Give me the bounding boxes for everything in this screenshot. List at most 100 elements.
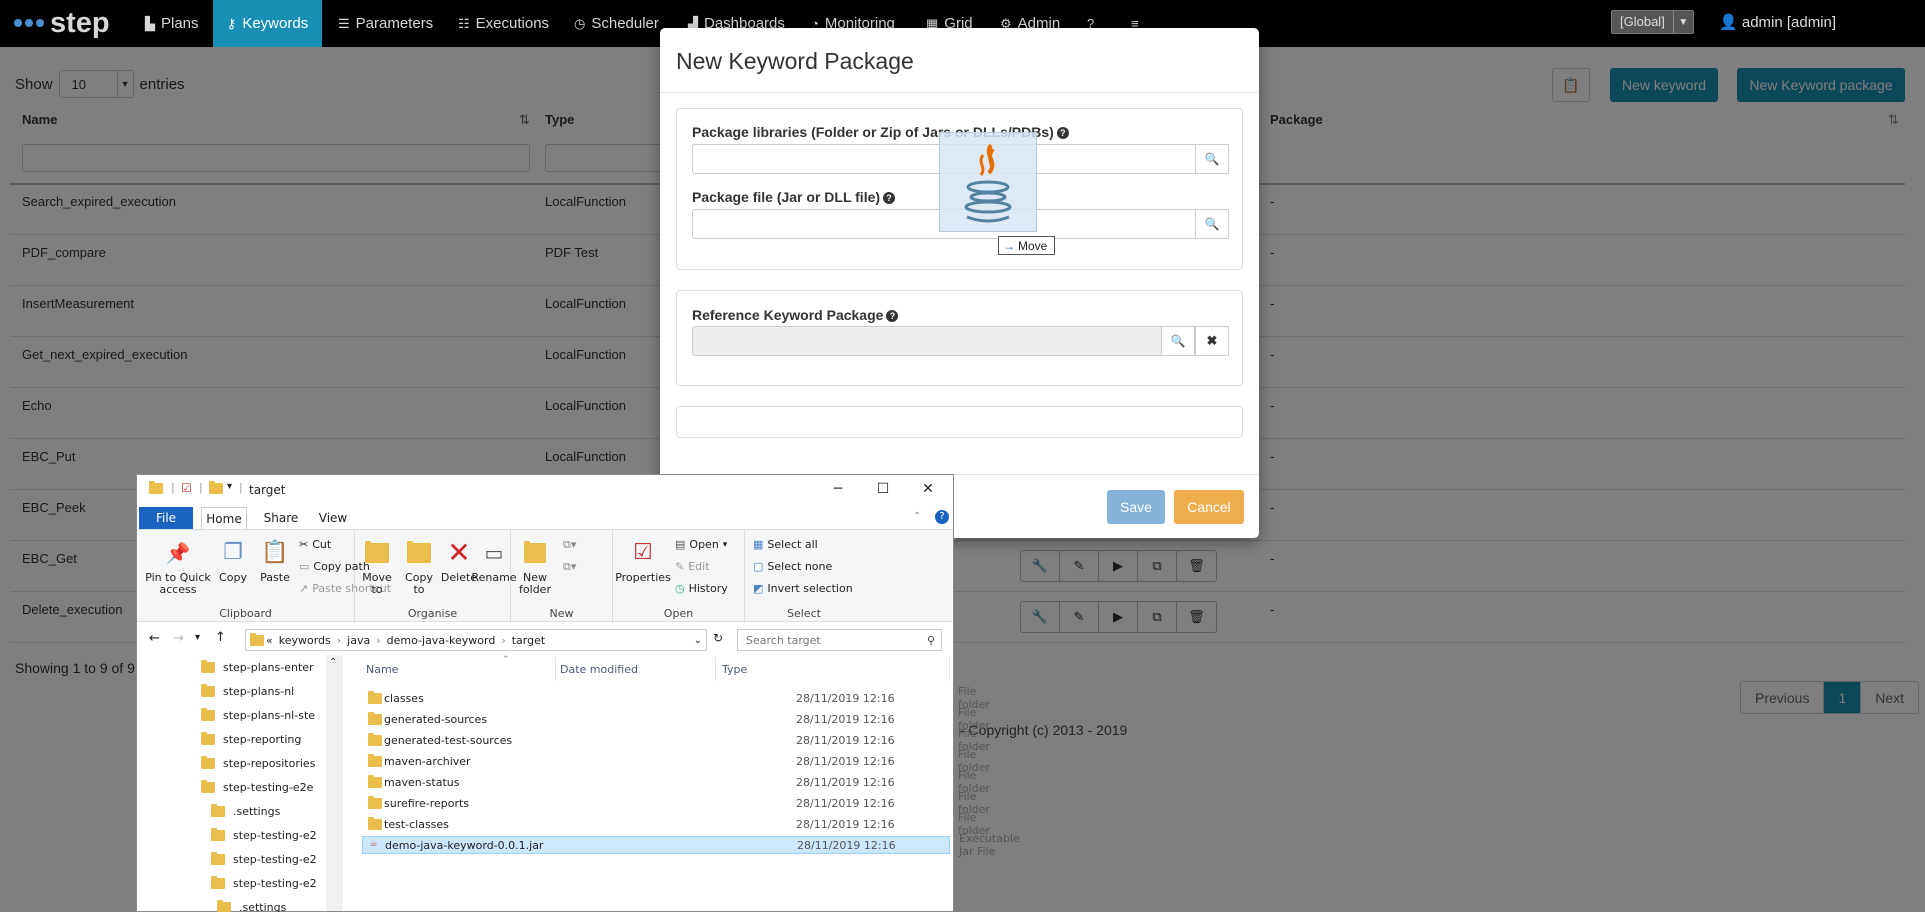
- user-icon: 👤: [1719, 14, 1738, 31]
- column-header-name[interactable]: Name: [366, 663, 398, 676]
- file-name: maven-status: [384, 775, 460, 789]
- nav-executions[interactable]: ☷ Executions: [458, 0, 549, 47]
- search-input[interactable]: Search target ⚲: [737, 629, 942, 651]
- select-all-button[interactable]: ▦ Select all: [753, 538, 818, 551]
- nav-tree-label: step-plans-enter: [223, 661, 314, 674]
- user-menu[interactable]: 👤 admin [admin]: [1719, 13, 1836, 31]
- search-icon: 🔍: [1204, 152, 1220, 166]
- open-button[interactable]: ▤ Open ▾: [675, 538, 727, 551]
- folder-icon: [368, 796, 382, 809]
- nav-tree-item[interactable]: step-plans-enter: [201, 660, 314, 674]
- button-label: Copy to: [405, 571, 433, 596]
- nav-tree-item[interactable]: step-testing-e2: [211, 852, 317, 866]
- history-button[interactable]: ◷ History: [675, 582, 728, 595]
- key-icon: ⚷: [226, 15, 237, 31]
- file-list-row[interactable]: maven-archiver 28/11/2019 12:16 File folde…: [362, 748, 990, 774]
- maximize-button[interactable]: ☐: [868, 479, 898, 499]
- nav-scheduler[interactable]: ◷ Scheduler: [574, 0, 659, 47]
- nav-tree-item[interactable]: step-repositories: [201, 756, 315, 770]
- save-button[interactable]: Save: [1107, 490, 1165, 524]
- folder-icon: [201, 780, 215, 793]
- column-separator[interactable]: [715, 657, 716, 681]
- chevron-right-icon[interactable]: ›: [337, 634, 341, 647]
- new-folder-button[interactable]: New folder: [515, 538, 555, 596]
- nav-tree-item[interactable]: step-plans-nl: [201, 684, 294, 698]
- button-label: Invert selection: [767, 582, 853, 595]
- question-icon[interactable]: ?: [1056, 127, 1069, 139]
- file-list-row[interactable]: surefire-reports 28/11/2019 12:16 File fol…: [362, 790, 990, 816]
- user-name: admin [admin]: [1741, 14, 1837, 31]
- scope-select[interactable]: [Global] ▼: [1611, 10, 1694, 34]
- file-name: test-classes: [384, 817, 449, 831]
- sort-ascending-icon: ⌃: [502, 655, 510, 665]
- scroll-up-icon[interactable]: ⌃: [329, 657, 337, 668]
- breadcrumb-demo-java-keyword[interactable]: demo-java-keyword: [387, 634, 496, 647]
- chevron-up-icon[interactable]: ⌃: [913, 511, 921, 522]
- reference-package-input[interactable]: [692, 326, 1162, 356]
- chevron-right-icon[interactable]: ›: [501, 634, 505, 647]
- jar-file-icon: ☕: [369, 838, 378, 849]
- logo-dots-icon: [14, 19, 44, 27]
- easy-access-button[interactable]: ⧉▾: [563, 560, 576, 574]
- nav-tree-item[interactable]: .settings: [217, 900, 287, 912]
- nav-label: Parameters: [355, 15, 434, 32]
- nav-tree-item[interactable]: step-reporting: [201, 732, 301, 746]
- clear-reference-button[interactable]: ✖: [1195, 326, 1229, 356]
- file-list-row[interactable]: generated-test-sources 28/11/2019 12:16 Fi…: [362, 727, 990, 753]
- rename-button[interactable]: ▭ Rename: [471, 538, 516, 584]
- question-icon[interactable]: ?: [883, 192, 896, 204]
- nav-tree-item[interactable]: step-testing-e2: [211, 828, 317, 842]
- step-logo[interactable]: step: [14, 4, 110, 42]
- move-to-button[interactable]: Move to: [357, 538, 397, 596]
- new-item-button[interactable]: ⧉▾: [563, 538, 576, 552]
- breadcrumb-target[interactable]: target: [512, 634, 545, 647]
- column-separator[interactable]: [555, 657, 556, 681]
- file-list-row[interactable]: classes 28/11/2019 12:16 File folder: [362, 685, 990, 711]
- edit-button[interactable]: ✎ Edit: [675, 560, 710, 573]
- nav-tree-item[interactable]: step-testing-e2: [211, 876, 317, 890]
- chevron-down-icon[interactable]: ⌄: [694, 635, 702, 646]
- breadcrumb-java[interactable]: java: [347, 634, 370, 647]
- nav-tree-item[interactable]: .settings: [211, 804, 281, 818]
- search-icon: ⚲: [926, 633, 935, 647]
- refresh-icon[interactable]: ↻: [713, 631, 723, 645]
- column-separator[interactable]: [949, 657, 950, 681]
- close-window-button[interactable]: ✕: [913, 479, 943, 499]
- new-keyword-package-dialog: New Keyword Package Package libraries (F…: [660, 28, 1259, 538]
- chevron-right-icon[interactable]: ›: [376, 634, 380, 647]
- easy-access-icon: ⧉▾: [563, 560, 577, 573]
- help-icon[interactable]: ?: [935, 510, 949, 524]
- file-list-row[interactable]: maven-status 28/11/2019 12:16 File folder: [362, 769, 990, 795]
- invert-selection-button[interactable]: ◩ Invert selection: [753, 582, 853, 595]
- navigation-scrollbar[interactable]: ⌃: [326, 655, 343, 911]
- nav-tree-label: .settings: [233, 805, 281, 818]
- folder-icon: [201, 708, 215, 721]
- browse-libraries-button[interactable]: 🔍: [1195, 144, 1229, 174]
- copy-to-icon: [405, 538, 433, 568]
- nav-keywords[interactable]: ⚷ Keywords: [213, 0, 322, 47]
- properties-button[interactable]: ☑ Properties: [615, 538, 671, 584]
- file-date-modified: 28/11/2019 12:16: [796, 796, 895, 810]
- nav-label: Plans: [161, 15, 199, 32]
- nav-tree-label: .settings: [239, 901, 287, 912]
- file-list-row[interactable]: test-classes 28/11/2019 12:16 File folder: [362, 811, 990, 837]
- nav-plans[interactable]: ▙ Plans: [145, 0, 199, 47]
- nav-tree-item[interactable]: step-testing-e2e: [201, 780, 313, 794]
- column-header-type[interactable]: Type: [722, 663, 747, 676]
- open-group: ☑ Properties ▤ Open ▾ ✎ Edit ◷ History Open: [613, 530, 745, 623]
- select-none-button[interactable]: ▢ Select none: [753, 560, 832, 573]
- list-icon: ☰: [338, 15, 350, 31]
- file-list-row[interactable]: generated-sources 28/11/2019 12:16 File fo…: [362, 706, 990, 732]
- minimize-button[interactable]: ─: [823, 479, 853, 499]
- search-reference-button[interactable]: 🔍: [1161, 326, 1195, 356]
- question-icon[interactable]: ?: [886, 310, 899, 322]
- column-header-date[interactable]: Date modified: [560, 663, 638, 676]
- file-list-row[interactable]: ☕ demo-java-keyword-0.0.1.jar 28/11/2019 1…: [362, 832, 1020, 858]
- nav-parameters[interactable]: ☰ Parameters: [338, 0, 433, 47]
- cancel-button[interactable]: Cancel: [1174, 490, 1244, 524]
- label-text: Package file (Jar or DLL file): [692, 189, 881, 205]
- browse-package-file-button[interactable]: 🔍: [1195, 209, 1229, 239]
- file-name: generated-test-sources: [384, 733, 513, 747]
- nav-tree-item[interactable]: step-plans-nl-ste: [201, 708, 315, 722]
- copy-to-button[interactable]: Copy to: [399, 538, 439, 596]
